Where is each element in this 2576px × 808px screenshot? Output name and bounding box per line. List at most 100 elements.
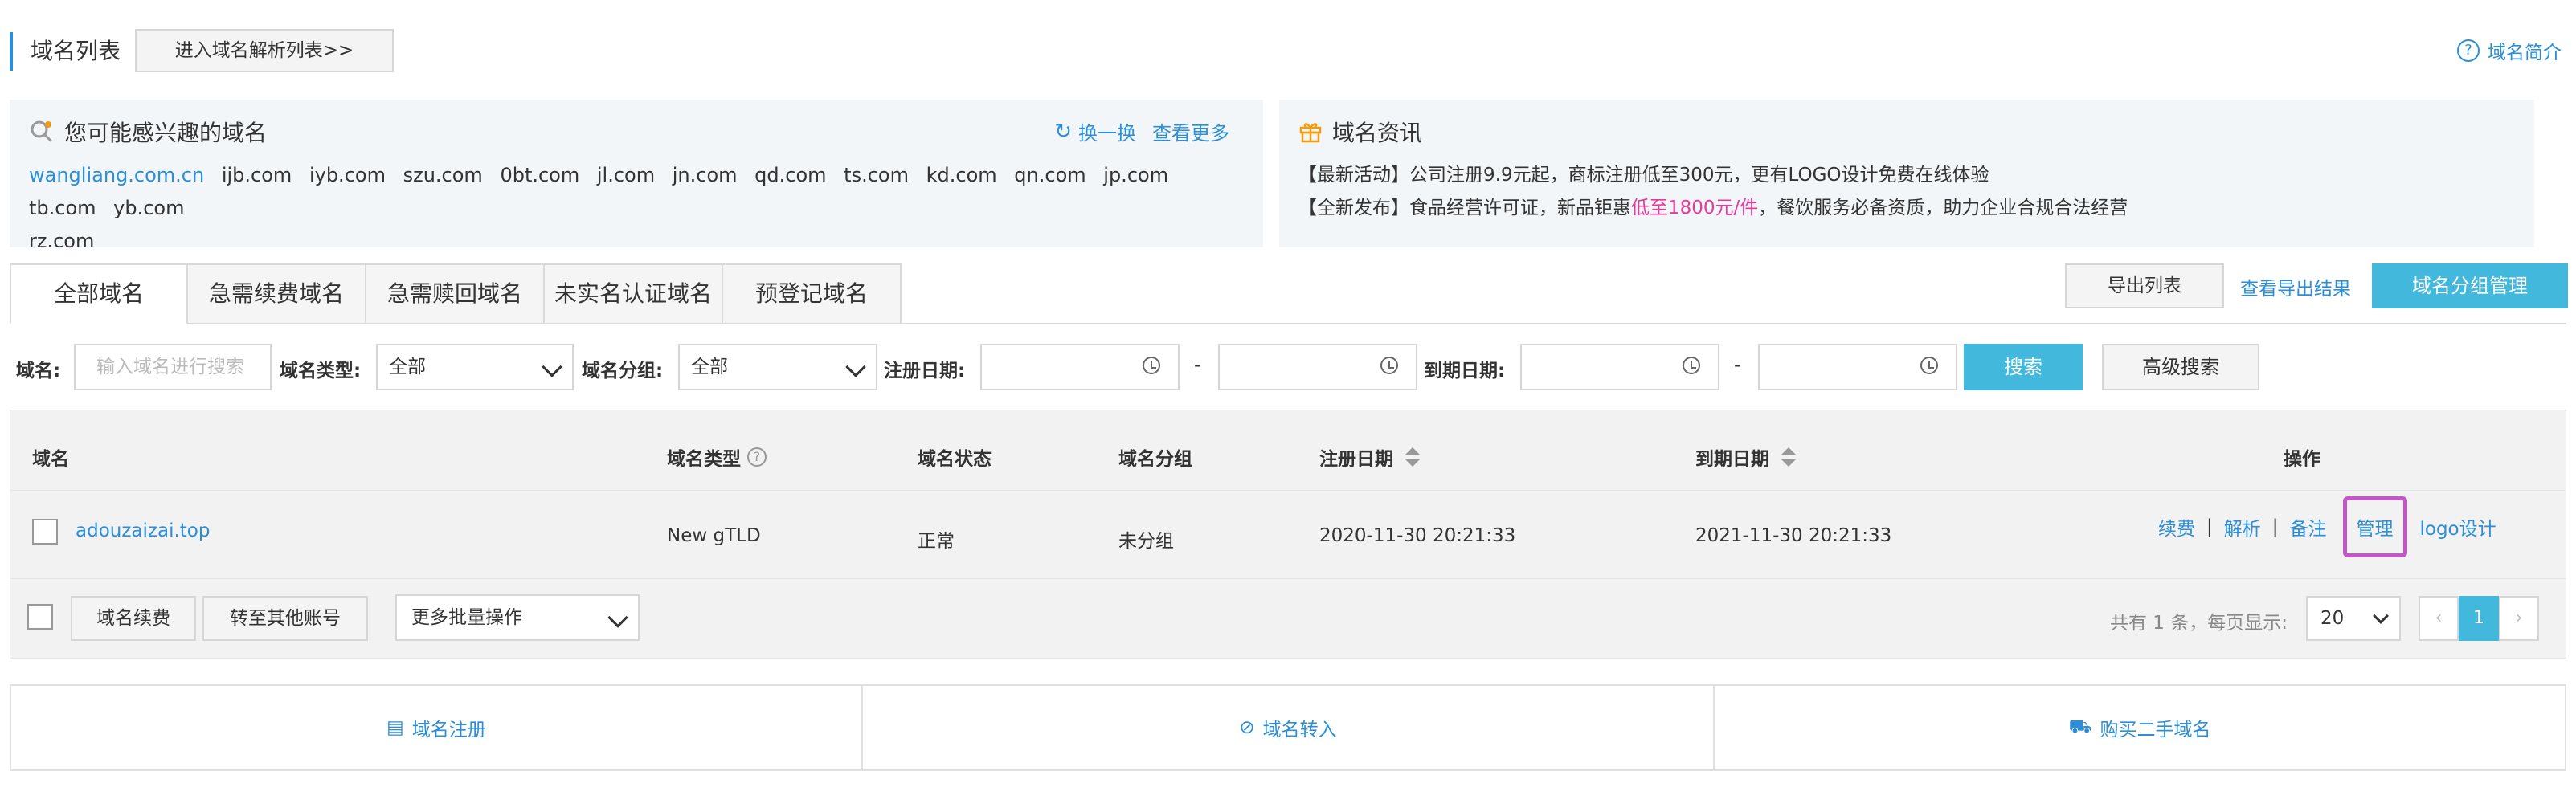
col-header-status: 域名状态 <box>918 443 992 471</box>
transfer-account-button[interactable]: 转至其他账号 <box>202 596 368 641</box>
col-header-status-label: 域名状态 <box>918 449 992 470</box>
logo-design-action[interactable]: logo设计 <box>2420 513 2496 541</box>
domain-group-label: 域名分组: <box>582 361 664 382</box>
select-all-checkbox[interactable] <box>27 604 53 630</box>
domain-intro-label: 域名简介 <box>2488 43 2562 63</box>
buy-secondhand-link[interactable]: ⛟ 购买二手域名 <box>1715 686 2565 769</box>
suggested-domain[interactable]: qd.com <box>754 164 826 186</box>
suggested-domain[interactable]: tb.com <box>29 197 96 219</box>
domain-tabs: 全部域名 急需续费域名 急需赎回域名 未实名认证域名 预登记域名 <box>10 263 902 324</box>
register-domain-link[interactable]: ▤ 域名注册 <box>11 686 863 769</box>
renew-action[interactable]: 续费 <box>2158 513 2195 541</box>
page-1-button[interactable]: 1 <box>2459 596 2499 641</box>
more-bulk-actions-label: 更多批量操作 <box>411 607 522 628</box>
transfer-in-label: 域名转入 <box>1262 720 1337 741</box>
domain-filter-label: 域名: <box>16 361 61 382</box>
suggested-domain[interactable]: jn.com <box>673 164 738 186</box>
suggested-domain[interactable]: jl.com <box>597 164 655 186</box>
domain-name-link[interactable]: adouzaizai.top <box>76 520 210 541</box>
col-header-group-label: 域名分组 <box>1118 449 1192 470</box>
suggested-domain[interactable]: ijb.com <box>222 164 292 186</box>
suggested-domain[interactable]: rz.com <box>29 230 94 252</box>
suggested-domain[interactable]: qn.com <box>1014 164 1086 186</box>
domain-group-select[interactable]: 全部 <box>678 344 877 390</box>
chevron-down-icon <box>2373 608 2389 624</box>
tab-unverified[interactable]: 未实名认证域名 <box>545 263 723 324</box>
domain-intro-link[interactable]: ? 域名简介 <box>2457 37 2562 64</box>
group-management-button[interactable]: 域名分组管理 <box>2372 263 2568 308</box>
tab-redeem-urgent[interactable]: 急需赎回域名 <box>366 263 545 324</box>
domain-group-cell: 未分组 <box>1118 531 1174 552</box>
more-bulk-actions-select[interactable]: 更多批量操作 <box>395 594 640 641</box>
suggested-domain[interactable]: iyb.com <box>309 164 386 186</box>
advanced-search-button[interactable]: 高级搜索 <box>2102 344 2259 390</box>
refresh-button[interactable]: ↻ 换一换 <box>1054 117 1136 145</box>
tab-all-domains[interactable]: 全部域名 <box>10 263 188 324</box>
domain-type-value: 全部 <box>389 357 426 377</box>
register-domain-label: 域名注册 <box>411 720 486 741</box>
row-checkbox[interactable] <box>32 519 58 545</box>
domain-news-panel: 域名资讯 【最新活动】公司注册9.9元起，商标注册低至300元，更有LOGO设计… <box>1279 100 2534 247</box>
suggested-domain-highlight[interactable]: wangliang.com.cn <box>29 164 204 186</box>
col-header-reg-date[interactable]: 注册日期 <box>1319 443 1421 471</box>
news-item[interactable]: 【全新发布】食品经营许可证，新品钜惠低至1800元/件，餐饮服务必备资质，助力企… <box>1298 192 2128 225</box>
link-icon: ⊘ <box>1239 717 1255 738</box>
cart-icon: ⛟ <box>2068 716 2092 737</box>
sort-icon <box>1405 447 1421 467</box>
suggested-domain[interactable]: yb.com <box>113 197 184 219</box>
suggested-domain[interactable]: jp.com <box>1103 164 1168 186</box>
pager-summary: 共有 1 条，每页显示: <box>2110 613 2288 634</box>
row-actions: 续费 | 解析 | 备注 管理 logo设计 <box>2158 496 2496 557</box>
tab-renew-urgent[interactable]: 急需续费域名 <box>188 263 366 324</box>
col-header-group: 域名分组 <box>1118 443 1192 471</box>
next-page-button[interactable]: › <box>2499 596 2539 641</box>
help-icon[interactable]: ? <box>747 447 767 467</box>
view-export-result-link[interactable]: 查看导出结果 <box>2240 273 2351 300</box>
manage-action[interactable]: 管理 <box>2342 496 2407 557</box>
clock-icon <box>1143 357 1160 374</box>
clock-icon <box>1683 357 1700 374</box>
suggested-domain[interactable]: 0bt.com <box>500 164 579 186</box>
prev-page-button[interactable]: ‹ <box>2419 596 2459 641</box>
expire-date-start-input[interactable] <box>1520 344 1719 390</box>
reg-date-label: 注册日期: <box>884 361 966 382</box>
help-icon: ? <box>2457 39 2480 62</box>
suggested-domain[interactable]: kd.com <box>926 164 997 186</box>
note-action[interactable]: 备注 <box>2290 513 2327 541</box>
resolve-action[interactable]: 解析 <box>2224 513 2261 541</box>
news-item[interactable]: 【最新活动】公司注册9.9元起，商标注册低至300元，更有LOGO设计免费在线体… <box>1298 159 2128 192</box>
reg-date-end-input[interactable] <box>1218 344 1417 390</box>
reg-date-start-input[interactable] <box>980 344 1180 390</box>
expire-date-separator: - <box>1734 353 1741 376</box>
clock-icon <box>1920 357 1938 374</box>
col-header-domain-label: 域名 <box>32 449 69 470</box>
clock-icon <box>1380 357 1398 374</box>
col-header-actions-label: 操作 <box>2284 449 2320 470</box>
bulk-renew-button[interactable]: 域名续费 <box>71 596 196 641</box>
view-more-link[interactable]: 查看更多 <box>1152 117 1229 145</box>
parse-list-button[interactable]: 进入域名解析列表>> <box>135 29 394 72</box>
reg-date-separator: - <box>1194 353 1201 376</box>
tab-preregistered[interactable]: 预登记域名 <box>723 263 902 324</box>
transfer-in-link[interactable]: ⊘ 域名转入 <box>863 686 1715 769</box>
sort-icon <box>1781 447 1797 467</box>
expire-date-end-input[interactable] <box>1758 344 1957 390</box>
chevron-down-icon <box>845 357 866 377</box>
calendar-icon: ▤ <box>386 717 404 738</box>
domain-search-input[interactable]: 输入域名进行搜索 <box>74 344 272 390</box>
export-list-button[interactable]: 导出列表 <box>2065 263 2224 308</box>
col-header-expire-date[interactable]: 到期日期 <box>1695 443 1797 471</box>
table-header-divider <box>10 490 2566 491</box>
interest-panel-title-text: 您可能感兴趣的域名 <box>64 120 268 146</box>
table-row-divider <box>10 578 2566 579</box>
suggested-domain[interactable]: ts.com <box>844 164 909 186</box>
chevron-down-icon <box>607 607 628 628</box>
col-header-actions: 操作 <box>2284 443 2320 471</box>
news-item-highlight: 低至1800元/件 <box>1631 198 1759 218</box>
domain-type-select[interactable]: 全部 <box>376 344 574 390</box>
search-button[interactable]: 搜索 <box>1964 344 2083 390</box>
news-item-prefix: 【全新发布】食品经营许可证，新品钜惠 <box>1298 198 1631 218</box>
suggested-domain[interactable]: szu.com <box>403 164 483 186</box>
page-size-select[interactable]: 20 <box>2306 596 2401 641</box>
buy-secondhand-label: 购买二手域名 <box>2100 720 2211 741</box>
